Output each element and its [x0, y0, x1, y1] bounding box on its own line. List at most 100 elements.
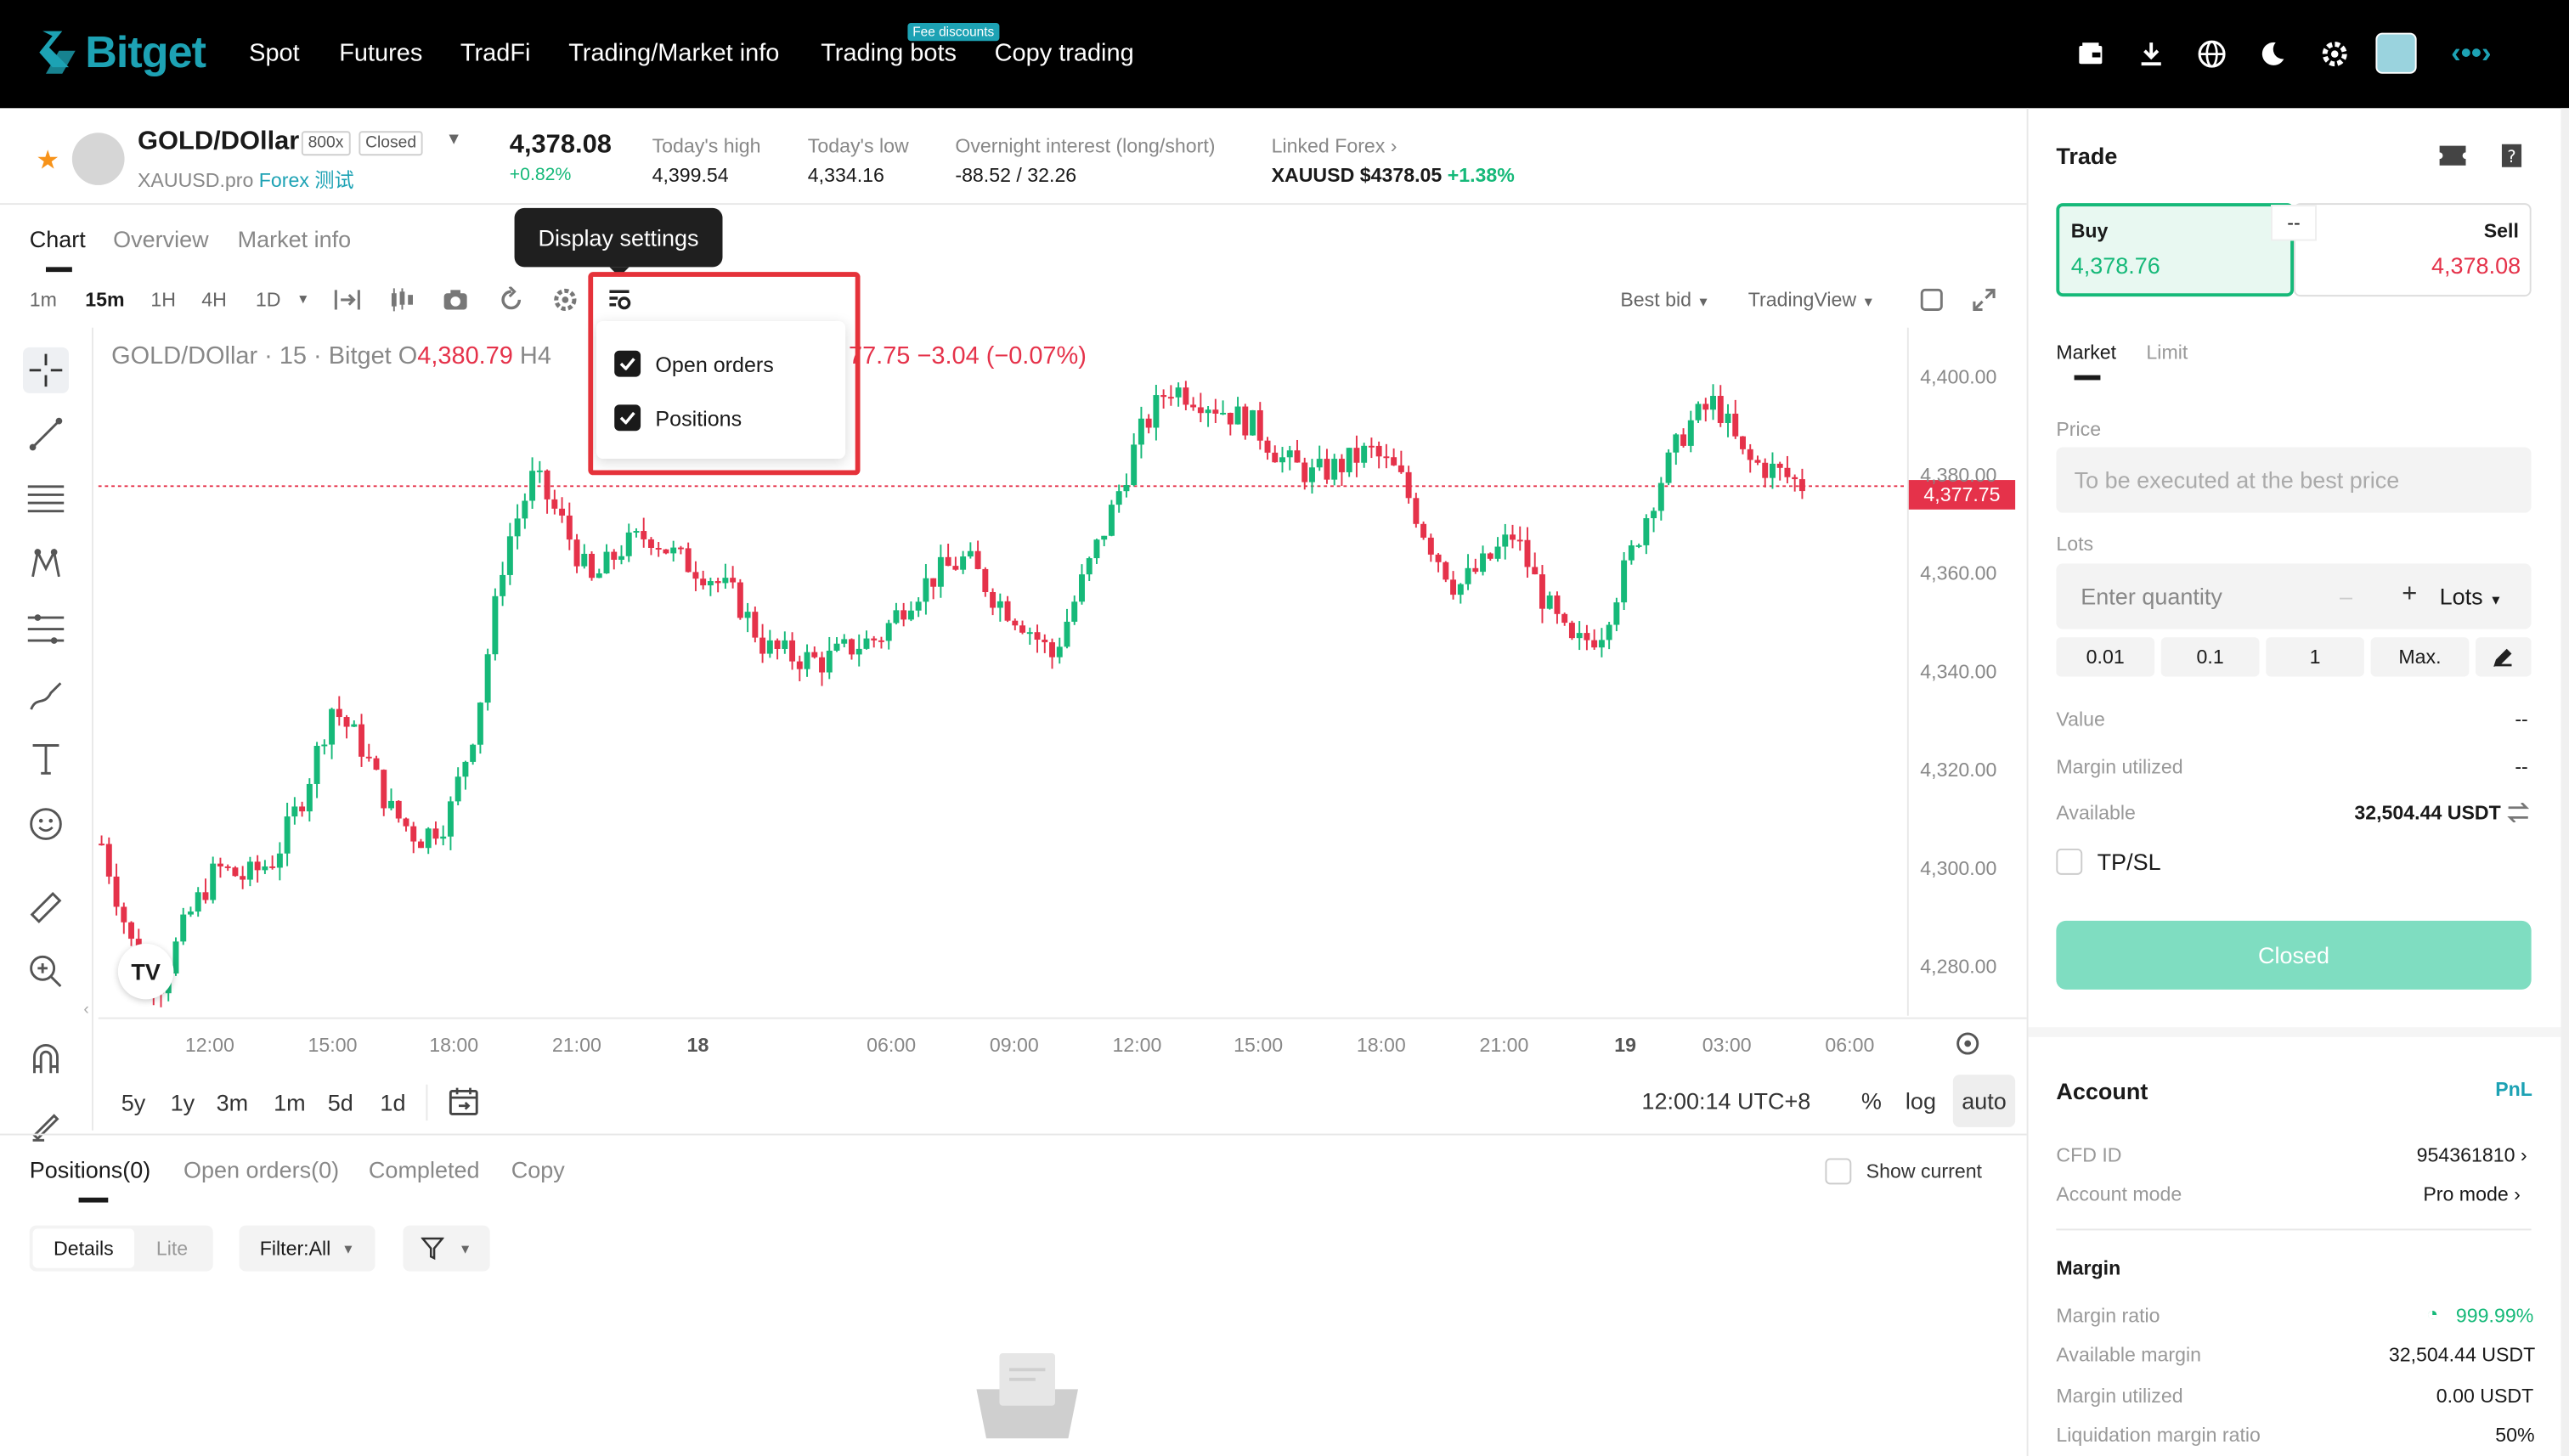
best-bid-select[interactable]: Best bid ▼	[1620, 288, 1709, 311]
horizontal-lines-tool-icon[interactable]	[23, 475, 69, 521]
sell-side-card[interactable]	[2293, 203, 2532, 297]
auto-scale-toggle[interactable]: auto	[1952, 1075, 2016, 1127]
tab-copy[interactable]: Copy	[511, 1157, 565, 1183]
range-1y[interactable]: 1y	[171, 1089, 195, 1115]
nav-tradfi[interactable]: TradFi	[460, 39, 531, 67]
more-apps-icon[interactable]: ‹••›	[2451, 36, 2491, 70]
tradingview-logo[interactable]: TV	[117, 943, 174, 1000]
cfd-id-value[interactable]: 954361810 ›	[2417, 1143, 2527, 1166]
timeframe-4h[interactable]: 4H	[201, 288, 227, 311]
zoom-in-tool-icon[interactable]	[23, 949, 69, 995]
lot-preset-0-01[interactable]: 0.01	[2056, 637, 2155, 677]
range-5d[interactable]: 5d	[328, 1089, 353, 1115]
lots-unit-select[interactable]: Lots ▼	[2440, 584, 2503, 610]
edit-presets-pencil-icon[interactable]	[2476, 637, 2532, 677]
draw-lock-tool-icon[interactable]	[23, 1101, 69, 1147]
timeframe-15m[interactable]: 15m	[85, 288, 124, 311]
pnl-link[interactable]: PnL	[2495, 1078, 2532, 1101]
transfer-swap-icon[interactable]	[2507, 802, 2530, 823]
chart-view-select[interactable]: TradingView ▼	[1748, 288, 1875, 311]
collapse-left-icon[interactable]: ‹	[83, 1001, 88, 1019]
pattern-tool-icon[interactable]	[23, 540, 69, 586]
nav-trading-market-info[interactable]: Trading/Market info	[568, 39, 779, 67]
text-tool-icon[interactable]	[23, 736, 69, 782]
value-amount: --	[2515, 708, 2528, 731]
tab-overview[interactable]: Overview	[113, 226, 209, 252]
range-1d[interactable]: 1d	[380, 1089, 405, 1115]
trend-line-tool-icon[interactable]	[23, 411, 69, 457]
bitget-logo[interactable]: Bitget	[36, 20, 206, 85]
layout-square-icon[interactable]	[1918, 286, 1945, 313]
order-tab-market[interactable]: Market	[2056, 341, 2116, 364]
timeframe-1m[interactable]: 1m	[30, 288, 57, 311]
nav-futures[interactable]: Futures	[339, 39, 422, 67]
tab-positions[interactable]: Positions(0)	[30, 1157, 151, 1183]
settings-gear-icon[interactable]	[2318, 37, 2352, 71]
candle-body	[1561, 613, 1568, 624]
wallet-icon[interactable]	[2075, 37, 2108, 71]
filter-select[interactable]: Filter:All ▼	[239, 1225, 375, 1272]
reset-rotate-icon[interactable]	[498, 286, 524, 313]
language-globe-icon[interactable]	[2195, 37, 2228, 71]
chart-settings-gear-icon[interactable]	[552, 286, 579, 313]
quantity-minus-icon[interactable]: –	[2340, 584, 2352, 610]
candle-body	[1435, 554, 1442, 562]
range-5y[interactable]: 5y	[121, 1089, 146, 1115]
tab-market-info[interactable]: Market info	[238, 226, 352, 252]
view-lite-button[interactable]: Lite	[134, 1228, 210, 1267]
favorite-star-icon[interactable]: ★	[36, 144, 59, 178]
goto-date-calendar-icon[interactable]	[447, 1085, 480, 1118]
candle-body	[1316, 459, 1323, 468]
account-mode-value[interactable]: Pro mode ›	[2423, 1182, 2521, 1205]
range-3m[interactable]: 3m	[217, 1089, 249, 1115]
nav-copy-trading[interactable]: Copy trading	[995, 39, 1134, 67]
tab-open-orders[interactable]: Open orders(0)	[184, 1157, 339, 1183]
fullscreen-expand-icon[interactable]	[1971, 286, 1997, 313]
ruler-tool-icon[interactable]	[23, 884, 69, 930]
emoji-tool-icon[interactable]	[23, 801, 69, 847]
range-1m[interactable]: 1m	[274, 1089, 306, 1115]
user-avatar[interactable]	[2375, 32, 2417, 74]
brush-tool-icon[interactable]	[23, 672, 69, 718]
view-details-button[interactable]: Details	[32, 1228, 135, 1268]
lot-preset-0-1[interactable]: 0.1	[2160, 637, 2260, 677]
percent-scale-toggle[interactable]: %	[1861, 1088, 1882, 1115]
lot-preset-max[interactable]: Max.	[2370, 637, 2470, 677]
nav-trading-bots[interactable]: Trading bots	[821, 39, 957, 67]
candle-body	[700, 578, 707, 586]
timeframe-1h[interactable]: 1H	[150, 288, 176, 311]
page-scrollbar[interactable]	[2561, 108, 2569, 1456]
symbol-dropdown-icon[interactable]: ▼	[446, 131, 462, 149]
quantity-plus-icon[interactable]: +	[2402, 580, 2417, 610]
crosshair-tool-icon[interactable]	[22, 347, 69, 393]
download-icon[interactable]	[2135, 37, 2168, 71]
candle-body	[1465, 567, 1471, 584]
help-guide-icon[interactable]: ?	[2500, 143, 2523, 169]
calculator-ticket-icon[interactable]	[2438, 144, 2468, 167]
indicators-candles-icon[interactable]	[388, 286, 415, 313]
closed-order-button[interactable]: Closed	[2056, 920, 2532, 990]
nav-spot[interactable]: Spot	[249, 39, 300, 67]
order-tab-limit[interactable]: Limit	[2146, 341, 2188, 364]
price-chart[interactable]	[98, 328, 1907, 1016]
buy-side-card[interactable]	[2056, 203, 2294, 297]
log-scale-toggle[interactable]: log	[1906, 1088, 1936, 1115]
show-current-checkbox[interactable]: Show current	[1825, 1158, 1982, 1185]
timeframe-dropdown-icon[interactable]: ▼	[296, 291, 309, 306]
axis-settings-icon[interactable]	[1955, 1030, 1981, 1057]
screenshot-camera-icon[interactable]	[443, 286, 469, 313]
stat-linked-forex-label[interactable]: Linked Forex ›	[1272, 134, 1397, 157]
tab-chart[interactable]: Chart	[30, 226, 86, 252]
tab-completed[interactable]: Completed	[369, 1157, 480, 1183]
magnet-tool-icon[interactable]	[23, 1036, 69, 1081]
lot-preset-1[interactable]: 1	[2266, 637, 2364, 677]
compare-icon[interactable]	[334, 286, 360, 313]
fib-tool-icon[interactable]	[23, 607, 69, 652]
candle-body	[1413, 498, 1420, 524]
price-input[interactable]: To be executed at the best price	[2056, 447, 2532, 513]
tpsl-checkbox[interactable]: TP/SL	[2056, 848, 2161, 875]
timeframe-1d[interactable]: 1D	[256, 288, 281, 311]
dark-mode-moon-icon[interactable]	[2256, 37, 2290, 71]
time-axis-tick: 15:00	[308, 1033, 358, 1057]
filter-funnel-button[interactable]: ▼	[403, 1225, 490, 1272]
